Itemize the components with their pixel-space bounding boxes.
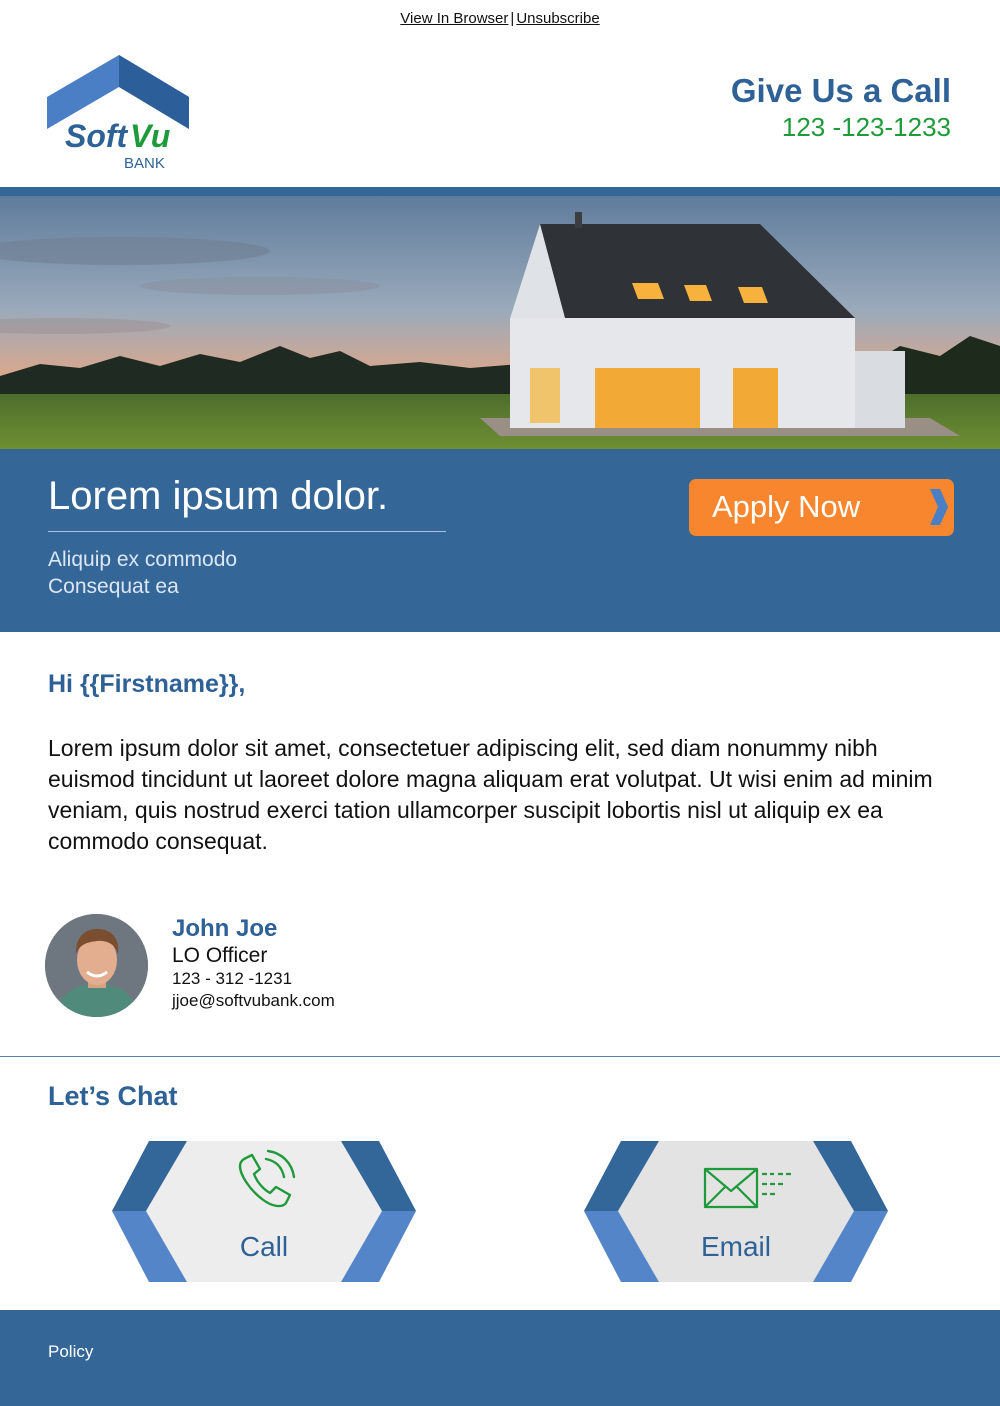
body-paragraph: Lorem ipsum dolor sit amet, consectetuer… — [48, 735, 933, 854]
unsubscribe-link[interactable]: Unsubscribe — [516, 10, 599, 27]
call-title: Give Us a Call — [730, 72, 951, 109]
policy-link[interactable]: Policy — [48, 1342, 93, 1362]
logo-text-vu: Vu — [130, 118, 170, 154]
signature-email[interactable]: jjoe@softvubank.com — [172, 991, 335, 1011]
avatar — [45, 914, 148, 1017]
apply-now-label: Apply Now — [712, 489, 861, 524]
call-button[interactable]: Call — [112, 1141, 416, 1282]
greeting: Hi {{Firstname}}, — [48, 670, 246, 698]
link-separator: | — [510, 10, 515, 27]
banner-title: Lorem ipsum dolor. — [48, 474, 389, 518]
header-divider-bar — [0, 187, 1000, 196]
top-links: View In Browser | Unsubscribe — [0, 10, 1000, 27]
chevron-right-icon — [930, 489, 948, 525]
signature-title: LO Officer — [172, 944, 268, 967]
apply-now-button[interactable]: Apply Now — [689, 479, 954, 536]
email-button[interactable]: Email — [584, 1141, 888, 1282]
banner-subtitle: Aliquip ex commodo Consequat ea — [48, 546, 237, 600]
signature-name: John Joe — [172, 915, 278, 942]
logo-text-soft: Soft — [65, 118, 129, 154]
call-number[interactable]: 123 -123-1233 — [731, 112, 951, 143]
call-label: Call — [239, 1231, 289, 1262]
header-call-block: Give Us a Call 123 -123-1233 — [731, 72, 951, 143]
hero-house-image — [0, 196, 1000, 449]
softvu-bank-logo[interactable]: Soft Vu BANK — [47, 55, 192, 173]
email-label: Email — [700, 1231, 771, 1262]
footer: Policy — [0, 1310, 1000, 1406]
promo-banner: Lorem ipsum dolor. Aliquip ex commodo Co… — [0, 449, 1000, 632]
view-in-browser-link[interactable]: View In Browser — [400, 10, 508, 27]
signature-phone[interactable]: 123 - 312 -1231 — [172, 969, 292, 989]
logo-text-bank: BANK — [124, 155, 165, 172]
section-divider — [0, 1056, 1000, 1057]
banner-underline — [48, 531, 446, 532]
banner-subtitle-line1: Aliquip ex commodo — [48, 548, 238, 571]
chat-title: Let’s Chat — [48, 1081, 178, 1111]
banner-subtitle-line2: Consequat ea — [48, 575, 179, 598]
